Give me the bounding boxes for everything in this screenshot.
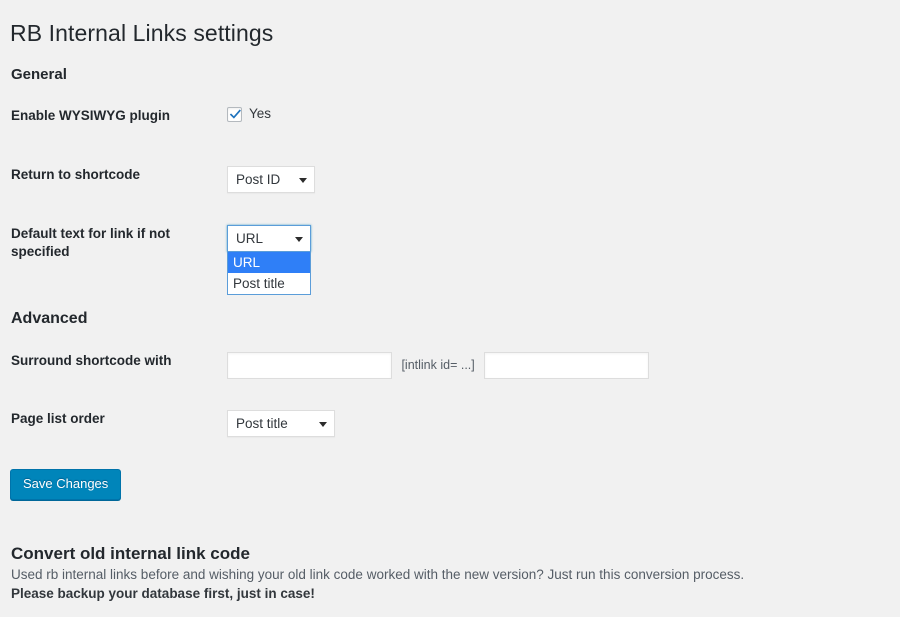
check-icon bbox=[229, 109, 241, 119]
form-row-surround-shortcode: Surround shortcode with [intlink id= ...… bbox=[0, 352, 900, 382]
convert-description-line-2: Please backup your database first, just … bbox=[11, 586, 315, 601]
chevron-down-icon bbox=[295, 237, 303, 242]
page-title: RB Internal Links settings bbox=[10, 20, 274, 47]
section-heading-advanced: Advanced bbox=[11, 310, 88, 328]
label-default-link-text: Default text for link if not specified bbox=[11, 226, 171, 259]
field-default-link-text: URL URL Post title bbox=[227, 225, 311, 295]
settings-page: RB Internal Links settings General Enabl… bbox=[0, 0, 900, 617]
chevron-down-icon bbox=[299, 178, 307, 183]
form-row-page-list-order: Page list order Post title bbox=[0, 410, 900, 440]
save-changes-button[interactable]: Save Changes bbox=[10, 469, 122, 500]
default-link-text-option-url[interactable]: URL bbox=[228, 252, 310, 273]
default-link-text-option-post-title[interactable]: Post title bbox=[228, 273, 310, 294]
label-page-list-order: Page list order bbox=[11, 411, 105, 426]
default-link-text-options-list: URL Post title bbox=[227, 252, 311, 295]
label-return-to-shortcode: Return to shortcode bbox=[11, 167, 141, 182]
field-return-to-shortcode: Post ID bbox=[227, 166, 315, 193]
field-page-list-order: Post title bbox=[227, 410, 335, 437]
label-enable-wysiwyg: Enable WYSIWYG plugin bbox=[11, 108, 171, 123]
default-link-text-select[interactable]: URL bbox=[227, 225, 311, 252]
section-heading-general: General bbox=[11, 66, 67, 84]
chevron-down-icon bbox=[319, 422, 327, 427]
form-row-default-link-text: Default text for link if not specified U… bbox=[0, 225, 900, 295]
form-row-enable-wysiwyg: Enable WYSIWYG plugin Yes bbox=[0, 105, 900, 137]
section-heading-convert: Convert old internal link code bbox=[11, 544, 250, 564]
enable-wysiwyg-checkbox[interactable] bbox=[227, 106, 242, 122]
label-surround-shortcode: Surround shortcode with bbox=[11, 353, 172, 368]
convert-description-line-1: Used rb internal links before and wishin… bbox=[11, 567, 745, 582]
surround-before-input[interactable] bbox=[227, 352, 392, 379]
surround-shortcode-hint: [intlink id= ...] bbox=[401, 358, 475, 372]
page-list-order-select[interactable]: Post title bbox=[227, 410, 335, 437]
convert-description: Used rb internal links before and wishin… bbox=[11, 565, 861, 603]
return-to-shortcode-select[interactable]: Post ID bbox=[227, 166, 315, 193]
field-enable-wysiwyg: Yes bbox=[227, 105, 271, 123]
form-row-return-to-shortcode: Return to shortcode Post ID bbox=[0, 166, 900, 196]
field-surround-shortcode: [intlink id= ...] bbox=[227, 352, 650, 379]
surround-after-input[interactable] bbox=[484, 352, 650, 379]
enable-wysiwyg-checkbox-label[interactable]: Yes bbox=[249, 105, 271, 123]
